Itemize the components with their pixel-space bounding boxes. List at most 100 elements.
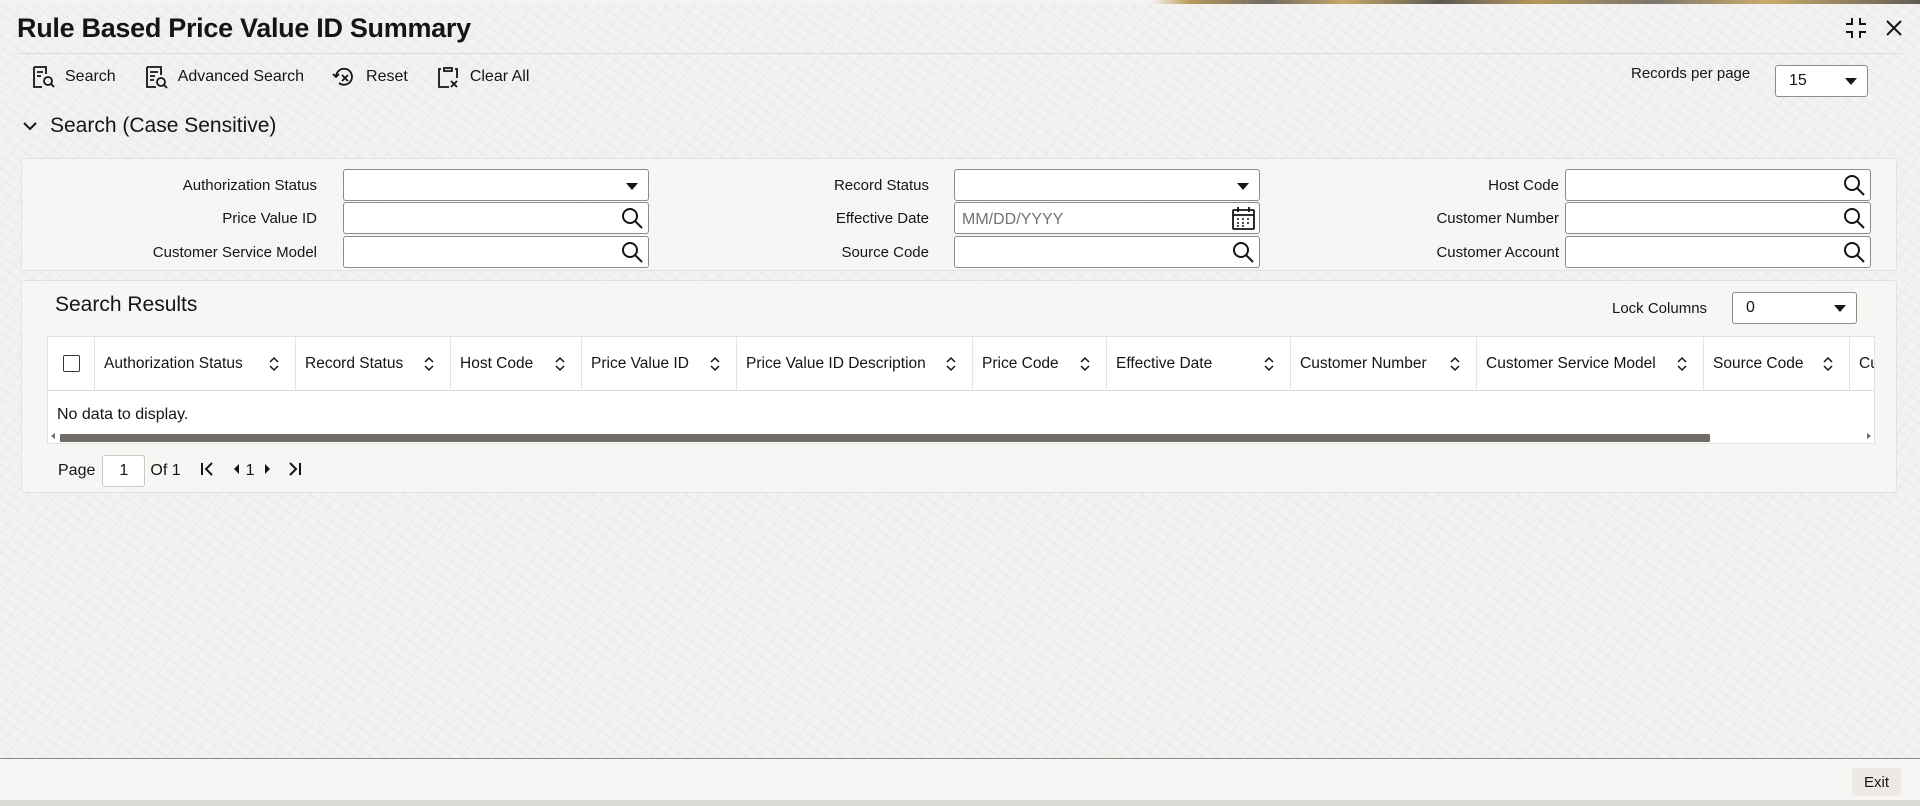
calendar-icon[interactable] (1231, 206, 1256, 231)
advanced-search-button-label: Advanced Search (177, 68, 305, 85)
sort-icon[interactable] (1677, 356, 1687, 372)
customer-account-input[interactable] (1565, 236, 1871, 268)
sort-icon[interactable] (269, 356, 279, 372)
search-criteria-panel: Authorization Status Price Value ID Cust… (21, 158, 1897, 271)
close-icon[interactable] (1882, 16, 1906, 40)
pagination: Page 1 Of 1 1 (58, 455, 303, 487)
clear-all-button[interactable]: Clear All (435, 64, 530, 90)
sort-icon[interactable] (1264, 356, 1274, 372)
clipboard-clear-icon (437, 67, 458, 88)
select-all-column (48, 337, 95, 391)
last-page-icon[interactable] (287, 461, 303, 482)
search-icon[interactable] (620, 240, 645, 265)
search-icon[interactable] (1842, 206, 1867, 231)
customer-number-input[interactable] (1565, 202, 1871, 234)
sort-icon[interactable] (1823, 356, 1833, 372)
customer-account-label: Customer Account (1436, 244, 1559, 261)
empty-table-message: No data to display. (57, 406, 189, 423)
search-doc-icon (33, 66, 55, 88)
customer-service-model-input[interactable] (343, 236, 649, 268)
lock-columns-select[interactable]: 0 (1732, 292, 1857, 324)
effective-date-input[interactable]: MM/DD/YYYY (954, 202, 1260, 234)
record-status-select[interactable] (954, 169, 1260, 201)
horizontal-scrollbar[interactable] (48, 431, 1874, 443)
sort-icon[interactable] (555, 356, 565, 372)
records-per-page-label: Records per page (1631, 65, 1751, 82)
clear-all-button-label: Clear All (469, 68, 530, 85)
column-header[interactable]: Source Code (1704, 337, 1850, 391)
records-per-page-select[interactable]: 15 (1775, 65, 1868, 97)
sort-icon[interactable] (946, 356, 956, 372)
page-title: Rule Based Price Value ID Summary (17, 13, 471, 43)
column-header-label: Price Code (982, 355, 1059, 372)
results-table: Authorization Status Record Status Host … (47, 336, 1875, 444)
sort-icon[interactable] (1080, 356, 1090, 372)
window-controls (1844, 16, 1906, 40)
search-results-title: Search Results (55, 293, 198, 316)
column-header[interactable]: Price Value ID Description (737, 337, 973, 391)
current-page-value: 1 (119, 462, 129, 479)
toolbar: Search Advanced Search Reset Clear All (30, 64, 556, 90)
column-header[interactable]: Customer Number (1291, 337, 1477, 391)
column-header[interactable]: Effective Date (1107, 337, 1291, 391)
column-header-label: Source Code (1713, 355, 1804, 372)
customer-number-label: Customer Number (1436, 210, 1559, 227)
collapse-icon[interactable] (1844, 16, 1868, 40)
price-value-id-input[interactable] (343, 202, 649, 234)
reset-button-label: Reset (366, 68, 408, 85)
record-status-label: Record Status (833, 177, 929, 194)
select-all-checkbox[interactable] (63, 355, 80, 372)
first-page-icon[interactable] (199, 461, 215, 482)
column-header[interactable]: Host Code (451, 337, 582, 391)
scrollbar-thumb[interactable] (60, 434, 1710, 442)
page-of-label: Of 1 (150, 462, 181, 479)
lock-columns-label: Lock Columns (1612, 300, 1708, 317)
sort-icon[interactable] (710, 356, 720, 372)
column-header-label: Host Code (460, 355, 534, 372)
sort-icon[interactable] (424, 356, 434, 372)
search-icon[interactable] (1842, 173, 1867, 198)
column-header[interactable]: Customer Service Model (1477, 337, 1704, 391)
search-icon[interactable] (1231, 240, 1256, 265)
column-header[interactable]: Price Code (973, 337, 1107, 391)
records-per-page-value: 15 (1789, 72, 1807, 89)
customer-service-model-label: Customer Service Model (152, 244, 317, 261)
column-header[interactable]: Authorization Status (95, 337, 296, 391)
title-divider (17, 53, 1903, 54)
search-icon[interactable] (1842, 240, 1867, 265)
next-page-icon[interactable] (263, 461, 273, 482)
authorization-status-label: Authorization Status (182, 177, 317, 194)
source-code-input[interactable] (954, 236, 1260, 268)
column-header-label: Customer Account (1859, 355, 1874, 372)
page-number: 1 (245, 462, 255, 479)
column-header-label: Price Value ID Description (746, 355, 926, 372)
effective-date-placeholder: MM/DD/YYYY (962, 211, 1064, 228)
scroll-right-icon[interactable] (1867, 433, 1871, 439)
scroll-left-icon[interactable] (51, 433, 55, 439)
chevron-down-icon (1237, 183, 1249, 190)
footer-bar: Exit (0, 758, 1920, 806)
chevron-down-icon (626, 183, 638, 190)
column-header[interactable]: Record Status (296, 337, 451, 391)
column-header[interactable]: Customer Account (1850, 337, 1874, 391)
reset-button[interactable]: Reset (331, 64, 408, 90)
search-section-toggle[interactable]: Search (Case Sensitive) (22, 114, 276, 138)
sort-icon[interactable] (1450, 356, 1460, 372)
column-header[interactable]: Price Value ID (582, 337, 737, 391)
page-number-input[interactable]: 1 (102, 455, 146, 487)
column-header-label: Authorization Status (104, 355, 243, 372)
column-header-label: Customer Service Model (1486, 355, 1656, 372)
column-header-label: Effective Date (1116, 355, 1213, 372)
source-code-label: Source Code (841, 244, 929, 261)
column-header-label: Record Status (305, 355, 404, 372)
exit-button[interactable]: Exit (1851, 768, 1901, 796)
authorization-status-select[interactable] (343, 169, 649, 201)
host-code-input[interactable] (1565, 169, 1871, 201)
search-icon[interactable] (620, 206, 645, 231)
advanced-search-button[interactable]: Advanced Search (143, 64, 304, 90)
search-button[interactable]: Search (30, 64, 116, 90)
chevron-down-icon (1834, 305, 1846, 312)
top-banner-strip (0, 0, 1920, 4)
previous-page-icon[interactable] (231, 461, 241, 482)
host-code-label: Host Code (1488, 177, 1559, 194)
